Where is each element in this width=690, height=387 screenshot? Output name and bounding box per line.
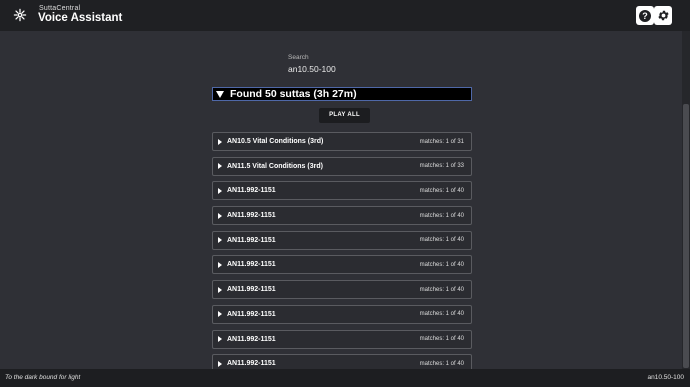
- list-item[interactable]: AN11.992-1151 matches: 1 of 40: [212, 206, 472, 226]
- expand-triangle-icon: [218, 163, 222, 170]
- sutta-title: AN11.992-1151: [227, 261, 276, 269]
- match-count: matches: 1 of 40: [419, 187, 464, 194]
- sutta-title: AN11.992-1151: [227, 335, 276, 343]
- help-button[interactable]: ?: [636, 6, 654, 25]
- expand-triangle-icon: [218, 336, 222, 342]
- list-item[interactable]: AN11.992-1151 matches: 1 of 40: [212, 230, 472, 250]
- sutta-title: AN10.5 Vital Conditions (3rd): [227, 138, 324, 145]
- list-item[interactable]: AN10.5 Vital Conditions (3rd) matches: 1 …: [212, 132, 472, 151]
- list-item[interactable]: AN11.5 Vital Conditions (3rd) matches: 1 …: [212, 156, 472, 176]
- help-icon: ?: [639, 9, 651, 22]
- match-count: matches: 1 of 40: [419, 360, 464, 367]
- match-count: matches: 1 of 40: [419, 261, 464, 268]
- expand-triangle-icon: [218, 360, 222, 367]
- match-count: matches: 1 of 33: [419, 163, 464, 170]
- results-summary: Found 50 suttas (3h 27m): [230, 88, 357, 100]
- list-item[interactable]: AN11.992-1151 matches: 1 of 40: [212, 304, 472, 324]
- sutta-title: AN11.992-1151: [227, 187, 276, 195]
- sutta-title: AN11.992-1151: [227, 360, 276, 368]
- results-summary-toggle[interactable]: Found 50 suttas (3h 27m): [212, 87, 472, 101]
- sutta-list: AN10.5 Vital Conditions (3rd) matches: 1 …: [212, 132, 472, 379]
- list-item[interactable]: AN11.992-1151 matches: 1 of 40: [212, 280, 472, 300]
- search-value[interactable]: an10.50-100: [288, 64, 336, 74]
- app-bar: SuttaCentral Voice Assistant ?: [0, 0, 690, 31]
- list-item[interactable]: AN11.992-1151 matches: 1 of 40: [212, 255, 472, 275]
- list-item[interactable]: AN11.992-1151 matches: 1 of 40: [212, 329, 472, 349]
- match-count: matches: 1 of 40: [419, 237, 464, 244]
- sutta-title: AN11.5 Vital Conditions (3rd): [227, 162, 323, 170]
- gear-icon: [657, 10, 669, 21]
- expand-triangle-icon: [218, 138, 222, 145]
- expand-triangle-icon: [218, 261, 222, 268]
- expand-triangle-icon: [218, 187, 222, 194]
- status-bar: To the dark bound for light an10.50-100: [0, 369, 690, 387]
- app-title: Voice Assistant: [38, 12, 123, 24]
- match-count: matches: 1 of 31: [419, 138, 464, 145]
- app-subtitle: SuttaCentral: [39, 5, 81, 12]
- match-count: matches: 1 of 40: [419, 311, 464, 318]
- status-quote: To the dark bound for light: [5, 374, 81, 381]
- expand-triangle-icon: [218, 286, 222, 293]
- status-query: an10.50-100: [647, 374, 684, 381]
- sutta-title: AN11.992-1151: [227, 286, 276, 294]
- sutta-title: AN11.992-1151: [227, 236, 276, 244]
- list-item[interactable]: AN11.992-1151 matches: 1 of 40: [212, 181, 472, 201]
- match-count: matches: 1 of 40: [419, 212, 464, 219]
- match-count: matches: 1 of 40: [419, 336, 464, 342]
- search-label: Search: [288, 54, 309, 61]
- expand-triangle-icon: [218, 212, 222, 219]
- sutta-title: AN11.992-1151: [227, 212, 276, 220]
- collapse-triangle-icon: [216, 90, 224, 98]
- expand-triangle-icon: [218, 311, 222, 318]
- scrollbar-thumb[interactable]: [683, 104, 689, 368]
- settings-button[interactable]: [654, 6, 672, 25]
- sutta-title: AN11.992-1151: [227, 310, 276, 318]
- expand-triangle-icon: [218, 237, 222, 244]
- match-count: matches: 1 of 40: [419, 286, 464, 293]
- play-all-button[interactable]: PLAY ALL: [319, 108, 370, 123]
- dharma-wheel-icon: [13, 8, 27, 22]
